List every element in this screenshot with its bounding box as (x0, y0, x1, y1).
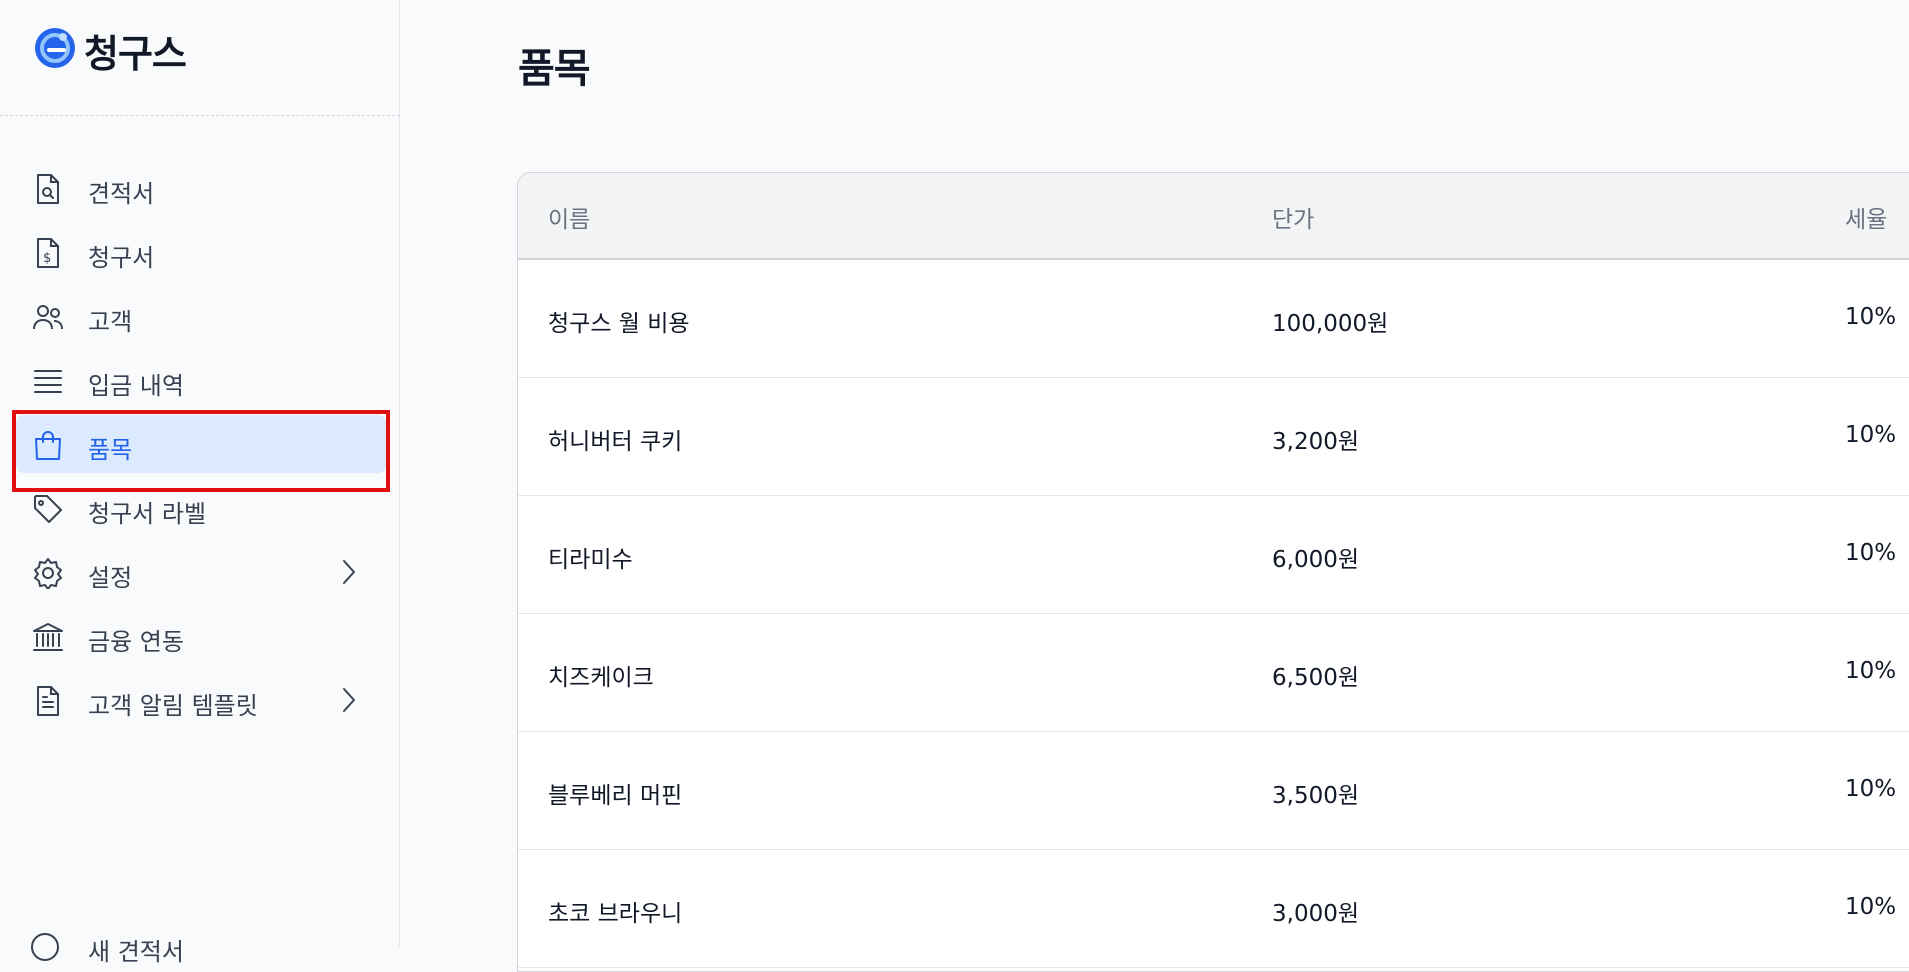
tag-icon (32, 493, 64, 525)
chevron-right-icon (334, 557, 364, 587)
brand-name: 청구스 (84, 31, 187, 76)
sidebar-item-label: 청구서 (88, 244, 155, 272)
table-header: 이름 단가 세율 (518, 173, 1909, 260)
column-header-price[interactable]: 단가 (1272, 200, 1314, 234)
sidebar-item-products[interactable]: 품목 (16, 415, 386, 473)
product-name: 초코 브라우니 (548, 901, 683, 927)
sidebar-item-label: 금융 연동 (88, 628, 184, 656)
list-lines-icon (32, 365, 64, 397)
table-row[interactable]: 치즈케이크 6,500원 10% (518, 614, 1909, 732)
column-header-tax[interactable]: 세율 (1845, 200, 1887, 234)
svg-text:$: $ (43, 251, 51, 266)
sidebar-item-customers[interactable]: 고객 (16, 287, 386, 345)
chevron-right-icon (334, 685, 364, 715)
sidebar-item-label: 고객 (88, 308, 133, 336)
product-price: 6,500원 (1272, 665, 1360, 691)
table-row[interactable]: 티라미수 6,000원 10% (518, 496, 1909, 614)
sidebar: 청구스 견적서 $ 청구서 고객 입금 내역 품목 청구서 라벨 설정 금융 연… (0, 0, 400, 966)
product-price: 6,000원 (1272, 547, 1360, 573)
page-title: 품목 (518, 46, 591, 92)
new-quote-button[interactable]: 새 견적서 (30, 932, 370, 966)
brand-divider (0, 115, 400, 116)
product-price: 3,500원 (1272, 783, 1360, 809)
sidebar-item-bank-link[interactable]: 금융 연동 (16, 607, 386, 665)
sidebar-item-label: 청구서 라벨 (88, 500, 207, 528)
sidebar-item-settings[interactable]: 설정 (16, 543, 386, 601)
table-row[interactable]: 초코 브라우니 3,000원 10% (518, 850, 1909, 968)
bank-icon (32, 621, 64, 653)
sidebar-item-label: 입금 내역 (88, 372, 184, 400)
users-icon (32, 301, 64, 333)
sidebar-item-label: 고객 알림 템플릿 (88, 692, 258, 720)
sidebar-item-quotes[interactable]: 견적서 (16, 159, 386, 217)
brand-logo-icon (32, 25, 78, 75)
product-name: 허니버터 쿠키 (548, 429, 683, 455)
product-name: 치즈케이크 (548, 665, 654, 691)
main-content: 품목 이름 단가 세율 청구스 월 비용 100,000원 10% 허니버터 쿠… (400, 0, 1909, 972)
product-tax: 10% (1845, 658, 1897, 684)
gear-icon (32, 557, 64, 589)
products-table: 이름 단가 세율 청구스 월 비용 100,000원 10% 허니버터 쿠키 3… (517, 172, 1909, 972)
column-header-name[interactable]: 이름 (548, 200, 590, 234)
table-row[interactable]: 블루베리 머핀 3,500원 10% (518, 732, 1909, 850)
sidebar-item-invoices[interactable]: $ 청구서 (16, 223, 386, 281)
brand[interactable]: 청구스 (32, 24, 187, 76)
sidebar-item-label: 품목 (88, 436, 133, 464)
shopping-bag-icon (32, 429, 64, 461)
product-tax: 10% (1845, 304, 1897, 330)
plus-circle-icon (30, 932, 60, 966)
product-price: 100,000원 (1272, 311, 1389, 337)
sidebar-item-label: 설정 (88, 564, 133, 592)
product-price: 3,000원 (1272, 901, 1360, 927)
table-row[interactable]: 허니버터 쿠키 3,200원 10% (518, 378, 1909, 496)
product-name: 청구스 월 비용 (548, 311, 690, 337)
sidebar-item-label: 견적서 (88, 180, 155, 208)
invoice-dollar-icon: $ (32, 237, 64, 269)
new-quote-label: 새 견적서 (88, 938, 184, 966)
product-name: 블루베리 머핀 (548, 783, 683, 809)
sidebar-item-invoice-labels[interactable]: 청구서 라벨 (16, 479, 386, 537)
product-tax: 10% (1845, 776, 1897, 802)
document-text-icon (32, 685, 64, 717)
product-name: 티라미수 (548, 547, 633, 573)
table-row[interactable]: 청구스 월 비용 100,000원 10% (518, 260, 1909, 378)
quote-document-icon (32, 173, 64, 205)
product-tax: 10% (1845, 422, 1897, 448)
product-tax: 10% (1845, 540, 1897, 566)
sidebar-item-notification-templates[interactable]: 고객 알림 템플릿 (16, 671, 386, 729)
product-tax: 10% (1845, 894, 1897, 920)
product-price: 3,200원 (1272, 429, 1360, 455)
sidebar-item-deposits[interactable]: 입금 내역 (16, 351, 386, 409)
